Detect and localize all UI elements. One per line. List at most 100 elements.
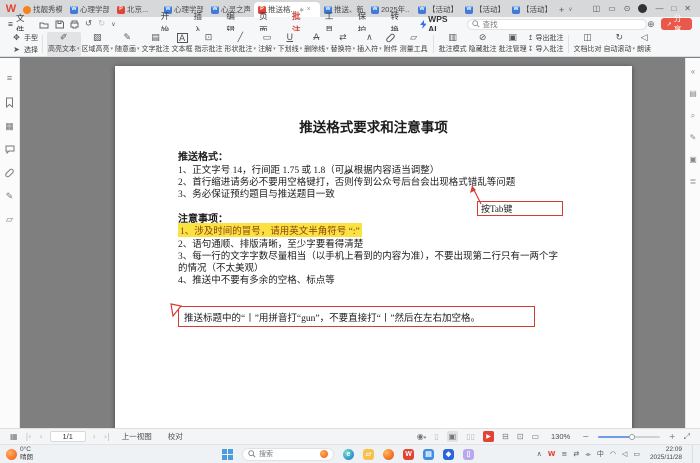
account-avatar[interactable]: [638, 4, 647, 13]
zoom-in-button[interactable]: +: [669, 432, 676, 441]
measure-tool-button[interactable]: ▱ 测量工具: [399, 32, 429, 56]
layers-icon[interactable]: ▱: [6, 215, 13, 224]
rotate-page-icon[interactable]: ▭: [531, 432, 539, 441]
maximize-button[interactable]: □: [671, 5, 676, 13]
wps-tray-icon[interactable]: W: [548, 451, 556, 458]
outline-icon[interactable]: ≡: [7, 74, 12, 83]
hand-tool-button[interactable]: ✥ 手型: [12, 33, 38, 43]
document-canvas[interactable]: 推送格式要求和注意事项 推送格式： 1、正文字号 14，行间距 1.75 或 1…: [20, 58, 685, 428]
insert-mark-button[interactable]: ∧ 插入符: [356, 32, 383, 56]
split-screen-icon[interactable]: ◫: [593, 5, 601, 13]
taskbar-search[interactable]: 搜索: [242, 448, 334, 461]
annotation-manager-button[interactable]: ▣ 批注管理: [498, 32, 528, 56]
zoom-out-button[interactable]: −: [582, 432, 589, 441]
continuous-view-icon[interactable]: ▯: [434, 432, 438, 441]
start-button[interactable]: [222, 449, 233, 460]
eye-protect-icon[interactable]: ◉▾: [417, 432, 427, 441]
import-annotations-button[interactable]: ↧ 导入批注: [528, 44, 564, 54]
zoom-slider[interactable]: [598, 436, 660, 438]
hide-annotations-button[interactable]: ⊘ 隐藏批注: [468, 32, 498, 56]
ime-indicator[interactable]: 中: [597, 451, 604, 458]
volume-icon[interactable]: ◁: [622, 451, 627, 458]
area-highlight-button[interactable]: ▨ 区域高亮: [81, 32, 115, 56]
single-page-view-icon[interactable]: ▣: [447, 431, 459, 442]
last-page-icon[interactable]: ›|: [104, 432, 110, 441]
two-page-view-icon[interactable]: ▯▯: [466, 432, 475, 441]
quickbar-chevron-icon[interactable]: ∨: [111, 21, 115, 28]
more-tools-icon[interactable]: ≣: [690, 178, 697, 186]
fullscreen-icon[interactable]: ⤢: [684, 432, 690, 442]
sync-icon[interactable]: ⇄: [573, 451, 579, 458]
print-icon[interactable]: [70, 20, 79, 29]
collapse-panel-icon[interactable]: «: [691, 68, 695, 76]
export-annotations-button[interactable]: ↥ 导出批注: [528, 33, 564, 43]
tab-list-chevron-icon[interactable]: ∨: [568, 6, 572, 13]
tray-menu-icon[interactable]: ≡: [561, 451, 567, 458]
text-box-button[interactable]: A 文本框: [171, 32, 194, 56]
annotation-list-icon[interactable]: ✎: [690, 134, 697, 142]
highlight-text-button[interactable]: ✐ 高亮文本: [47, 32, 81, 56]
bookmark-icon[interactable]: [5, 97, 14, 108]
firefox-browser-icon[interactable]: [383, 449, 394, 460]
new-tab-button[interactable]: +: [559, 5, 564, 15]
annotation-mode-button[interactable]: ▥ 批注模式: [438, 32, 468, 56]
comments-icon[interactable]: [5, 145, 15, 154]
upload-icon[interactable]: ⊕: [647, 19, 655, 30]
properties-icon[interactable]: ▤: [689, 90, 697, 98]
signature-icon[interactable]: ✎: [6, 192, 14, 201]
thumbnails-icon[interactable]: ▦: [5, 122, 14, 131]
wps-office-icon[interactable]: W: [403, 449, 414, 460]
underline-button[interactable]: U 下划线: [277, 32, 304, 56]
show-desktop-button[interactable]: [692, 445, 695, 463]
tray-expand-icon[interactable]: ∧: [537, 451, 542, 458]
page-grid-icon[interactable]: ▦: [10, 432, 18, 441]
save-icon[interactable]: [55, 20, 64, 29]
undo-icon[interactable]: ↺: [85, 19, 92, 29]
note-button[interactable]: ▭ 注解: [257, 32, 277, 56]
fit-page-icon[interactable]: ⊡: [517, 432, 524, 441]
search-input[interactable]: [483, 20, 642, 29]
prev-page-icon[interactable]: ‹: [39, 432, 42, 441]
freehand-draw-button[interactable]: ✎ 随意画: [114, 32, 141, 56]
attachment-button[interactable]: 附件: [383, 32, 399, 56]
redo-icon[interactable]: ↻: [98, 19, 105, 29]
replace-mark-button[interactable]: ⇄ 替换符: [330, 32, 357, 56]
next-page-icon[interactable]: ›: [93, 432, 96, 441]
read-aloud-button[interactable]: ◁ 朗读: [636, 32, 652, 56]
tab-stack-icon[interactable]: ▭: [608, 5, 616, 13]
callout-annotation-button[interactable]: ⊡ 指示批注: [194, 32, 224, 56]
tencent-docs-icon[interactable]: ▤: [423, 449, 434, 460]
proofread-button[interactable]: 校对: [168, 431, 183, 442]
doc-tab-9[interactable]: W 【活动】C...: [461, 2, 508, 17]
minimize-button[interactable]: —: [655, 5, 663, 13]
find-replace-icon[interactable]: ⌕: [691, 112, 695, 120]
edge-browser-icon[interactable]: e: [343, 449, 354, 460]
page-indicator[interactable]: 1/1: [50, 431, 86, 442]
zoom-slider-knob[interactable]: [629, 434, 635, 440]
document-compare-button[interactable]: ◫ 文档比对: [573, 32, 603, 56]
fit-width-icon[interactable]: ⊟: [502, 432, 509, 441]
open-folder-icon[interactable]: [39, 20, 49, 29]
close-button[interactable]: ✕: [684, 5, 691, 13]
pdf-page[interactable]: 推送格式要求和注意事项 推送格式： 1、正文字号 14，行间距 1.75 或 1…: [115, 66, 632, 428]
wifi-icon[interactable]: ◠: [610, 451, 616, 458]
clock[interactable]: 22:09 2025/11/28: [650, 446, 682, 462]
stamp-icon[interactable]: ▣: [689, 156, 697, 164]
weather-widget[interactable]: 0°C 晴朗: [6, 446, 33, 462]
doc-tab-1[interactable]: W 心理学部...: [66, 2, 113, 17]
text-comment-button[interactable]: ▤ 文字批注: [141, 32, 171, 56]
auto-scroll-button[interactable]: ↻ 自动滚动: [603, 32, 637, 56]
first-page-icon[interactable]: |‹: [26, 432, 32, 441]
shape-annotation-button[interactable]: ╱ 形状批注: [224, 32, 258, 56]
tab-key-annotation-box[interactable]: 按Tab键: [477, 201, 563, 216]
battery-icon[interactable]: ▭: [633, 451, 640, 458]
strikethrough-button[interactable]: A 删除线: [303, 32, 330, 56]
attachments-icon[interactable]: [4, 168, 15, 179]
settings-icon[interactable]: ⊙: [624, 5, 631, 13]
purple-app-icon[interactable]: ▯: [463, 449, 474, 460]
zoom-level[interactable]: 130%: [551, 432, 570, 441]
reader-mode-button[interactable]: ▶: [483, 431, 494, 442]
search-box[interactable]: [467, 19, 647, 30]
doc-tab-10[interactable]: W 【活动】...: [508, 2, 555, 17]
blue-app-icon[interactable]: ◆: [443, 449, 454, 460]
